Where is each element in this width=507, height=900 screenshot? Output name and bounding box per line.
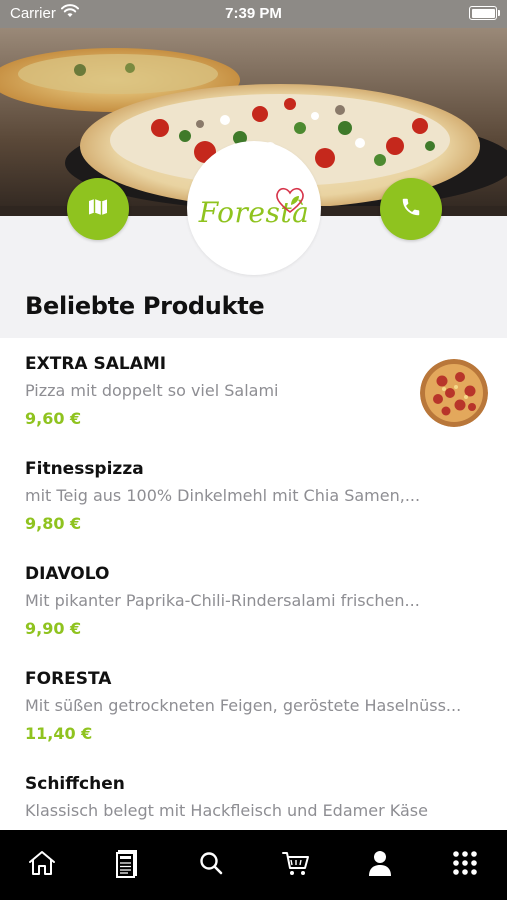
product-price: 9,80 €	[25, 514, 82, 533]
restaurant-logo: Forestà	[187, 141, 321, 275]
product-price: 11,40 €	[25, 724, 93, 743]
product-image	[420, 359, 488, 427]
product-name: DIAVOLO	[25, 564, 110, 584]
tab-cart[interactable]	[266, 837, 326, 893]
product-list: EXTRA SALAMI Pizza mit doppelt so viel S…	[0, 338, 507, 830]
product-description: Pizza mit doppelt so viel Salami	[25, 381, 279, 400]
battery-icon	[469, 6, 500, 20]
product-description: Mit süßen getrockneten Feigen, geröstete…	[25, 696, 462, 715]
tab-account[interactable]	[350, 837, 410, 893]
product-price: 9,90 €	[25, 619, 82, 638]
product-price: 9,60 €	[25, 409, 82, 428]
map-icon	[86, 195, 110, 223]
phone-icon	[400, 196, 422, 222]
product-item[interactable]: Schiffchen Klassisch belegt mit Hackflei…	[0, 758, 507, 830]
clock: 7:39 PM	[225, 5, 282, 22]
product-item[interactable]: FORESTA Mit süßen getrockneten Feigen, g…	[0, 653, 507, 758]
product-name: EXTRA SALAMI	[25, 354, 167, 374]
menu-card-icon	[115, 848, 139, 882]
phone-button[interactable]	[380, 178, 442, 240]
product-name: Fitnesspizza	[25, 459, 144, 479]
account-icon	[367, 849, 393, 881]
product-description: mit Teig aus 100% Dinkelmehl mit Chia Sa…	[25, 486, 421, 505]
product-description: Mit pikanter Paprika-Chili-Rindersalami …	[25, 591, 420, 610]
cart-icon	[281, 849, 311, 881]
tab-search[interactable]	[181, 837, 241, 893]
product-name: FORESTA	[25, 669, 112, 689]
grid-more-icon	[452, 850, 478, 880]
product-item[interactable]: EXTRA SALAMI Pizza mit doppelt so viel S…	[0, 338, 507, 443]
home-icon	[27, 849, 57, 881]
product-item[interactable]: DIAVOLO Mit pikanter Paprika-Chili-Rinde…	[0, 548, 507, 653]
product-item[interactable]: Fitnesspizza mit Teig aus 100% Dinkelmeh…	[0, 443, 507, 548]
tab-bar	[0, 830, 507, 900]
tab-more[interactable]	[435, 837, 495, 893]
heart-leaf-icon	[273, 185, 307, 219]
product-description: Klassisch belegt mit Hackfleisch und Eda…	[25, 801, 428, 820]
map-button[interactable]	[67, 178, 129, 240]
tab-home[interactable]	[12, 837, 72, 893]
search-icon	[198, 850, 224, 880]
section-title: Beliebte Produkte	[25, 292, 265, 320]
status-bar: Carrier 7:39 PM	[0, 0, 507, 28]
tab-menu[interactable]	[97, 837, 157, 893]
product-name: Schiffchen	[25, 774, 125, 794]
